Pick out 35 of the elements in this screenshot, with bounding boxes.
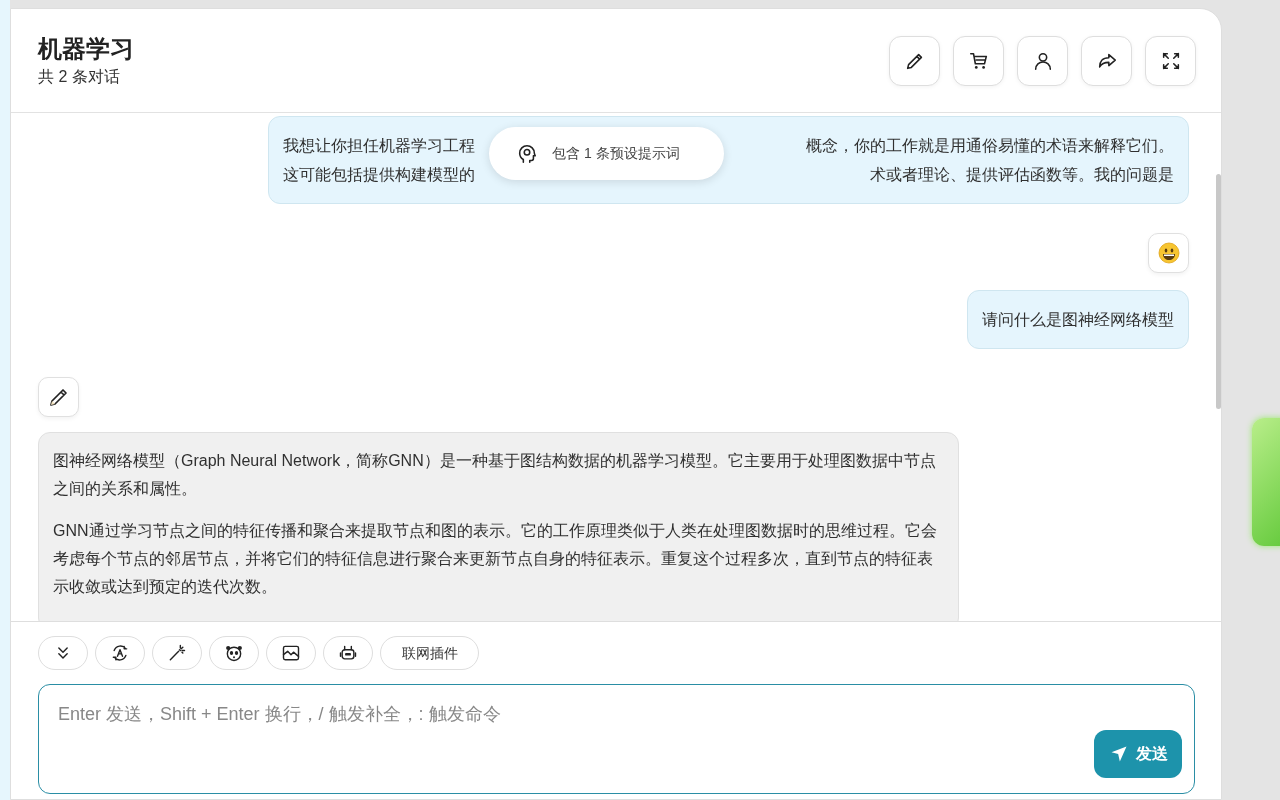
prompt-count-text: 包含 1 条预设提示词 [552, 144, 680, 163]
robot-button[interactable] [323, 636, 373, 670]
cart-button[interactable] [953, 35, 1004, 86]
theme-button[interactable] [95, 636, 145, 670]
robot-icon [338, 643, 358, 663]
user-button[interactable] [1017, 35, 1068, 86]
image-icon [281, 643, 301, 663]
chat-title: 机器学习 [38, 33, 134, 64]
message-text: 这可能包括提供构建模型的 [283, 165, 475, 185]
auto-theme-icon [110, 643, 130, 663]
panda-icon [224, 643, 244, 663]
user-avatar[interactable] [1148, 233, 1189, 273]
magic-button[interactable] [152, 636, 202, 670]
head-icon [516, 142, 538, 165]
prompt-popup[interactable]: 包含 1 条预设提示词 [489, 127, 724, 180]
share-button[interactable] [1081, 35, 1132, 86]
message-text: 请问什么是图神经网络模型 [982, 310, 1174, 330]
bot-avatar[interactable] [38, 377, 79, 417]
image-button[interactable] [266, 636, 316, 670]
plugin-button[interactable]: 联网插件 [380, 636, 479, 670]
scroll-button[interactable] [38, 636, 88, 670]
fullscreen-button[interactable] [1145, 35, 1196, 86]
message-text: 我想让你担任机器学习工程 [283, 136, 475, 156]
magic-wand-icon [167, 643, 187, 663]
message-input[interactable]: Enter 发送，Shift + Enter 换行，/ 触发补全，: 触发命令 发送 [38, 684, 1195, 794]
message-text: 概念，你的工作就是用通俗易懂的术语来解释它们。 [806, 136, 1174, 156]
scrollbar[interactable] [1216, 174, 1221, 409]
message-text: 图神经网络模型（Graph Neural Network，简称GNN）是一种基于图结构数据的机器学习模型。它主要用于处理图数据中节点之间的关系和属性。 [53, 451, 937, 499]
send-button[interactable]: 发送 [1094, 730, 1182, 778]
smiley-icon [1156, 241, 1181, 265]
edit-button[interactable] [889, 35, 940, 86]
message-text: 术或者理论、提供评估函数等。我的问题是 [870, 165, 1174, 185]
message-text: GNN通过学习节点之间的特征传播和聚合来提取节点和图的表示。它的工作原理类似于人类在处理图数据时的思维过程。它会考虑每个节点的邻居节点，并将它们的特征信息进行聚合来更新节点自身的特征表示。重复这个过程多次，直到节点的特征表示收敛或达到预定的迭代次数。 [53, 521, 938, 597]
mask-button[interactable] [209, 636, 259, 670]
message-count: 共 2 条对话 [38, 66, 121, 87]
